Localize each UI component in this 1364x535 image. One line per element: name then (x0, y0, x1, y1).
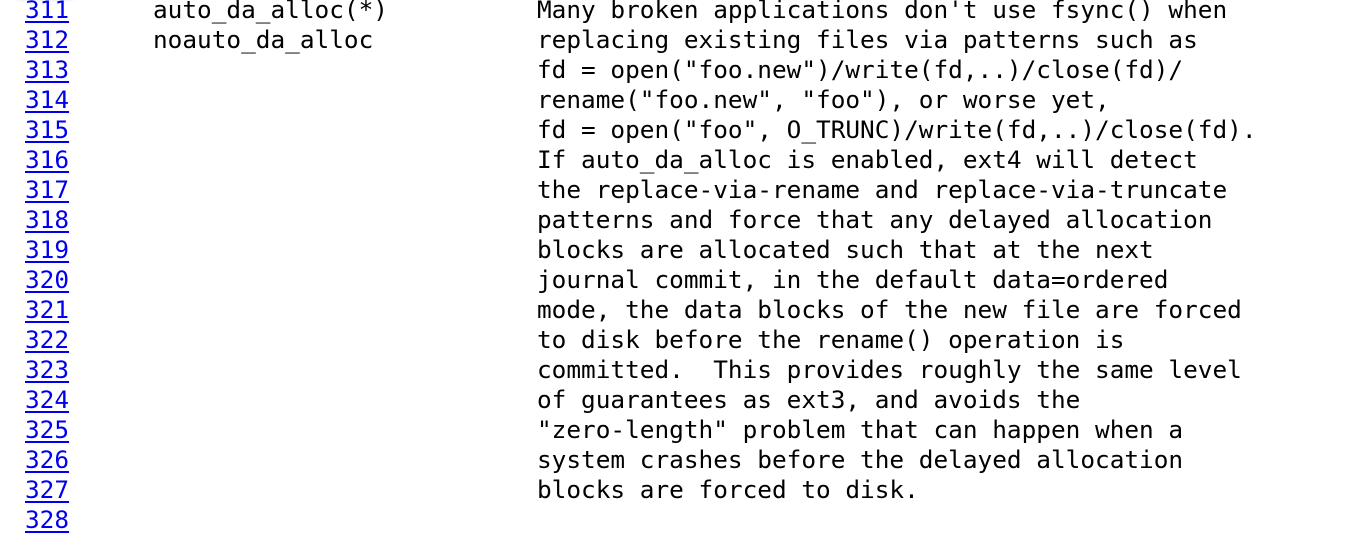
mount-option: noauto_da_alloc (153, 25, 374, 54)
option-description-text: "zero-length" problem that can happen wh… (537, 415, 1184, 444)
line-number-link[interactable]: 316 (25, 145, 69, 175)
line-number-link[interactable]: 324 (25, 385, 69, 415)
code-line: 315 fd = open("foo", O_TRUNC)/write(fd,..… (0, 115, 1364, 145)
code-line: 313 fd = open("foo.new")/write(fd,..)/clo… (0, 55, 1364, 85)
code-line: 311 auto_da_alloc(*) Many broken applicati… (0, 0, 1364, 25)
code-line: 327 blocks are forced to disk. (0, 475, 1364, 505)
option-description-text: If auto_da_alloc is enabled, ext4 will d… (537, 145, 1198, 174)
option-description-text: system crashes before the delayed alloca… (537, 445, 1184, 474)
option-description-text: journal commit, in the default data=orde… (537, 265, 1169, 294)
code-line: 328 (0, 505, 1364, 535)
code-lines: 311 auto_da_alloc(*) Many broken applicati… (0, 0, 1364, 535)
line-number-link[interactable]: 319 (25, 235, 69, 265)
line-number-link[interactable]: 318 (25, 205, 69, 235)
option-description-text: of guarantees as ext3, and avoids the (537, 385, 1081, 414)
option-description-text: rename("foo.new", "foo"), or worse yet, (537, 85, 1110, 114)
line-number-link[interactable]: 315 (25, 115, 69, 145)
code-line: 318 patterns and force that any delayed a… (0, 205, 1364, 235)
line-number-link[interactable]: 312 (25, 25, 69, 55)
option-description-text: fd = open("foo", O_TRUNC)/write(fd,..)/c… (537, 115, 1257, 144)
code-line: 316 If auto_da_alloc is enabled, ext4 wil… (0, 145, 1364, 175)
code-line: 326 system crashes before the delayed all… (0, 445, 1364, 475)
line-number-link[interactable]: 322 (25, 325, 69, 355)
source-code-view: 311 auto_da_alloc(*) Many broken applicati… (0, 0, 1364, 535)
option-description-text: to disk before the rename() operation is (537, 325, 1125, 354)
option-description-text: the replace-via-rename and replace-via-t… (537, 175, 1228, 204)
line-number-link[interactable]: 323 (25, 355, 69, 385)
code-line: 317 the replace-via-rename and replace-vi… (0, 175, 1364, 205)
option-description-text: blocks are allocated such that at the ne… (537, 235, 1154, 264)
line-number-link[interactable]: 326 (25, 445, 69, 475)
line-number-link[interactable]: 313 (25, 55, 69, 85)
code-line: 325 "zero-length" problem that can happen… (0, 415, 1364, 445)
code-line: 312 noauto_da_alloc replacing existing fil… (0, 25, 1364, 55)
code-line: 319 blocks are allocated such that at the… (0, 235, 1364, 265)
option-description-text: patterns and force that any delayed allo… (537, 205, 1213, 234)
option-description-text: blocks are forced to disk. (537, 475, 919, 504)
code-line: 322 to disk before the rename() operation… (0, 325, 1364, 355)
mount-option: auto_da_alloc(*) (153, 0, 388, 24)
line-number-link[interactable]: 321 (25, 295, 69, 325)
code-line: 321 mode, the data blocks of the new file… (0, 295, 1364, 325)
option-description-text: committed. This provides roughly the sam… (537, 355, 1242, 384)
option-description-text: fd = open("foo.new")/write(fd,..)/close(… (537, 55, 1184, 84)
option-description-text: Many broken applications don't use fsync… (537, 0, 1228, 24)
option-description-text: mode, the data blocks of the new file ar… (537, 295, 1242, 324)
code-line: 320 journal commit, in the default data=o… (0, 265, 1364, 295)
line-number-link[interactable]: 317 (25, 175, 69, 205)
line-number-link[interactable]: 311 (25, 0, 69, 25)
option-description-text: replacing existing files via patterns su… (537, 25, 1198, 54)
code-line: 314 rename("foo.new", "foo"), or worse ye… (0, 85, 1364, 115)
line-number-link[interactable]: 325 (25, 415, 69, 445)
code-line: 323 committed. This provides roughly the … (0, 355, 1364, 385)
code-line: 324 of guarantees as ext3, and avoids the (0, 385, 1364, 415)
line-number-link[interactable]: 328 (25, 505, 69, 535)
line-number-link[interactable]: 320 (25, 265, 69, 295)
line-number-link[interactable]: 314 (25, 85, 69, 115)
line-number-link[interactable]: 327 (25, 475, 69, 505)
